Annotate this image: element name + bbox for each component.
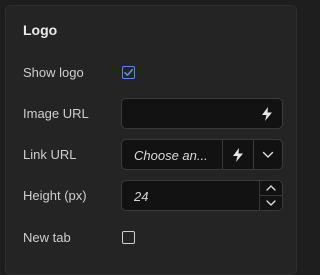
increment-button[interactable] bbox=[260, 181, 282, 195]
image-url-field[interactable] bbox=[121, 98, 283, 129]
checkmark-icon bbox=[124, 68, 134, 77]
link-url-label: Link URL bbox=[23, 147, 77, 162]
link-url-select[interactable]: Choose an... bbox=[121, 139, 283, 170]
height-input[interactable]: 24 bbox=[121, 180, 283, 211]
lightning-bolt-icon bbox=[262, 106, 272, 121]
image-url-dynamic-button[interactable] bbox=[252, 99, 282, 128]
link-url-value: Choose an... bbox=[134, 148, 208, 163]
link-url-dynamic-button[interactable] bbox=[223, 140, 253, 169]
height-value: 24 bbox=[134, 189, 149, 204]
height-stepper bbox=[259, 181, 282, 210]
lightning-bolt-icon bbox=[233, 147, 243, 162]
section-title: Logo bbox=[23, 22, 58, 38]
chevron-up-icon bbox=[266, 185, 276, 191]
link-url-dropdown-button[interactable] bbox=[253, 140, 283, 169]
chevron-down-icon bbox=[266, 200, 276, 206]
decrement-button[interactable] bbox=[260, 196, 282, 210]
chevron-down-icon bbox=[262, 151, 274, 158]
show-logo-label: Show logo bbox=[23, 65, 84, 80]
new-tab-label: New tab bbox=[23, 230, 71, 245]
height-label: Height (px) bbox=[23, 188, 87, 203]
image-url-label: Image URL bbox=[23, 106, 89, 121]
new-tab-checkbox[interactable] bbox=[122, 231, 135, 244]
show-logo-checkbox[interactable] bbox=[122, 66, 135, 79]
